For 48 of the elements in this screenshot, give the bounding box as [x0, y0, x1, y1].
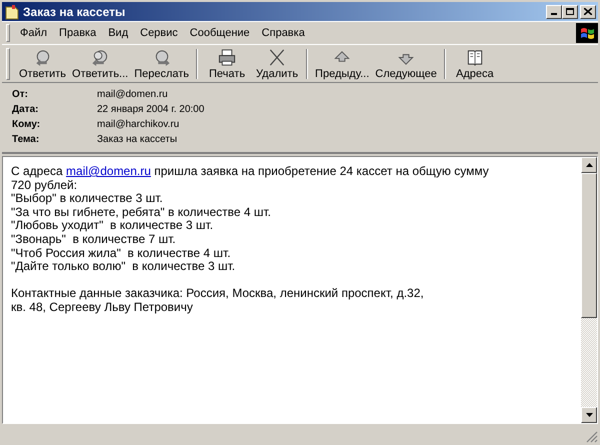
window-title: Заказ на кассеты	[23, 4, 126, 18]
header-value: 22 января 2004 г. 20:00	[97, 103, 206, 117]
windows-logo-icon	[576, 23, 598, 43]
minimize-button[interactable]	[546, 4, 562, 18]
header-value: mail@harchikov.ru	[97, 118, 180, 132]
menu-item[interactable]: Вид	[102, 25, 134, 41]
menu-item[interactable]: Сообщение	[184, 25, 256, 41]
toolbar-button[interactable]: Предыду...	[312, 47, 372, 81]
menu-item[interactable]: Правка	[53, 25, 102, 41]
toolbar-button[interactable]: Ответить	[16, 47, 70, 81]
maximize-icon	[566, 8, 574, 15]
message-line: 720 рублей:	[11, 178, 78, 192]
menu-item[interactable]: Справка	[256, 25, 311, 41]
scroll-up-button[interactable]	[581, 157, 597, 173]
message-line: Контактные данные заказчика: Россия, Москва, ленинский проспект, д.32,	[11, 287, 425, 301]
message-line: С адреса mail@domen.ru пришла заявка на приобретение 24 кассет на общую сумму	[11, 165, 490, 179]
header-label: Кому:	[12, 118, 42, 132]
menu-item[interactable]: Сервис	[134, 25, 184, 41]
window-icon	[4, 4, 20, 20]
printer-icon	[217, 48, 238, 67]
toolbar-button[interactable]: Ответить...	[69, 47, 132, 81]
toolbar-button[interactable]: Удалить	[252, 47, 302, 81]
message-line: "Любовь уходит" в количестве 3 шт.	[11, 219, 214, 233]
close-button[interactable]	[580, 4, 596, 18]
maximize-button[interactable]	[562, 4, 578, 18]
toolbar-button[interactable]: Адреса	[450, 47, 500, 81]
header-label: Тема:	[12, 133, 40, 147]
header-label: От:	[12, 88, 30, 102]
header-label: Дата:	[12, 103, 40, 117]
message-line: "Звонарь" в количестве 7 шт.	[11, 232, 177, 247]
header-value: Заказ на кассеты	[97, 133, 178, 147]
message-line: "Дайте только волю" в количестве 3 шт.	[11, 260, 236, 274]
scrollbar-thumb[interactable]	[581, 173, 597, 318]
down-arrow-icon	[586, 413, 592, 417]
message-line: "Выбор" в количестве 3 шт.	[11, 192, 164, 206]
toolbar-button[interactable]: Печать	[202, 47, 252, 81]
scroll-down-button[interactable]	[581, 407, 597, 423]
message-line: "За что вы гибнете, ребята" в количестве 4 шт.	[11, 206, 272, 220]
message-line: кв. 48, Сергееву Льву Петровичу	[11, 300, 194, 315]
toolbar-button[interactable]: Следующее	[372, 47, 440, 81]
menu-item[interactable]: Файл	[14, 25, 54, 41]
email-link[interactable]: mail@domen.ru	[66, 164, 151, 178]
up-arrow-icon	[586, 163, 592, 167]
toolbar-button[interactable]: Переслать	[131, 47, 192, 81]
resize-grip-icon	[586, 431, 598, 443]
message-line: "Чтоб Россия жила" в количестве 4 шт.	[11, 246, 232, 260]
header-value: mail@domen.ru	[97, 88, 169, 102]
close-icon	[584, 8, 592, 15]
